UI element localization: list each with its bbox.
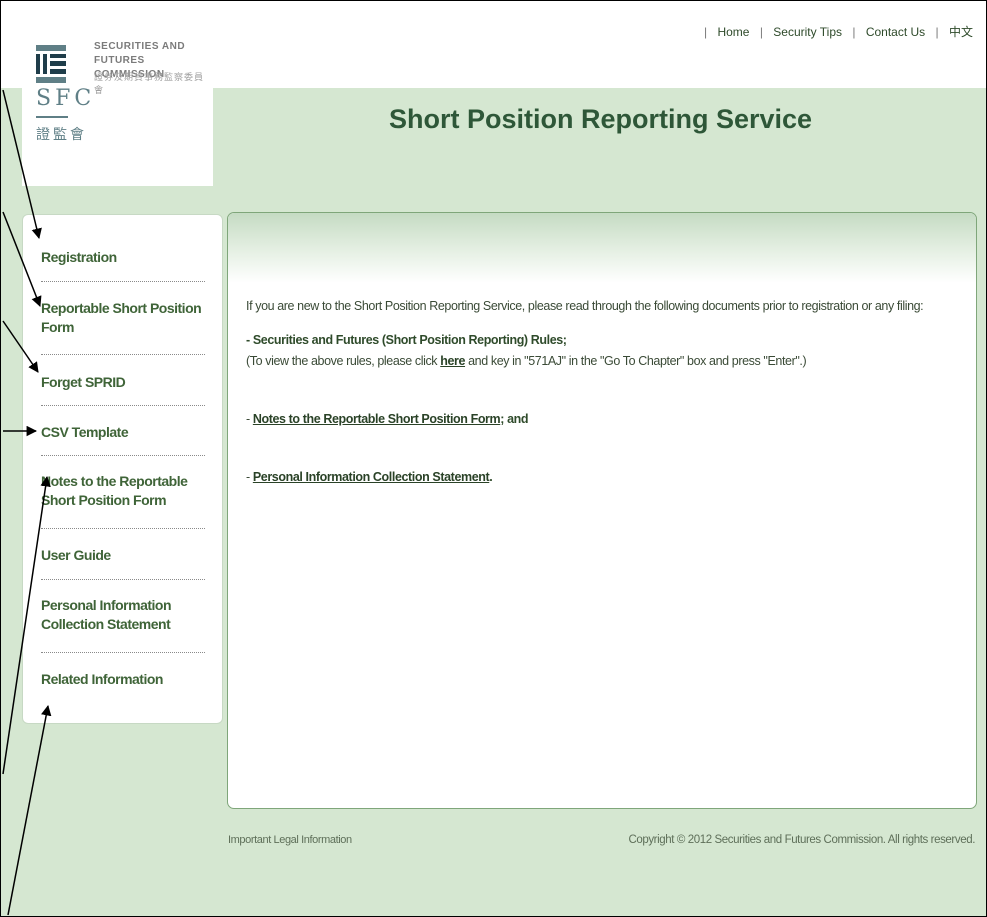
sidebar-item-registration[interactable]: Registration bbox=[41, 248, 205, 267]
content-header-gradient bbox=[228, 213, 976, 283]
sfc-logo[interactable]: SECURITIES AND FUTURES COMMISSION 證券及期貨事… bbox=[22, 30, 213, 186]
language-link[interactable]: 中文 bbox=[949, 25, 973, 39]
logo-abbr: SFC bbox=[36, 86, 96, 111]
sidebar-divider bbox=[41, 528, 205, 529]
sfc-mark-icon bbox=[36, 45, 66, 83]
sidebar-divider bbox=[41, 281, 205, 282]
home-link[interactable]: Home bbox=[717, 25, 749, 39]
sidebar-divider bbox=[41, 405, 205, 406]
top-nav: | Home | Security Tips | Contact Us | 中文 bbox=[704, 25, 973, 39]
sidebar-item-reportable-short-position-form[interactable]: Reportable Short Position Form bbox=[41, 299, 205, 337]
copyright-text: Copyright © 2012 Securities and Futures … bbox=[628, 834, 975, 846]
sidebar-divider bbox=[41, 579, 205, 580]
page-title: Short Position Reporting Service bbox=[388, 104, 813, 134]
sidebar: Registration Reportable Short Position F… bbox=[22, 214, 223, 724]
pics-line: - Personal Information Collection Statem… bbox=[246, 470, 493, 484]
sidebar-divider bbox=[41, 652, 205, 653]
logo-en-line1: SECURITIES AND bbox=[94, 41, 186, 52]
sidebar-divider bbox=[41, 354, 205, 355]
sidebar-item-user-guide[interactable]: User Guide bbox=[41, 546, 205, 565]
intro-text: If you are new to the Short Position Rep… bbox=[246, 299, 924, 313]
security-tips-link[interactable]: Security Tips bbox=[773, 25, 842, 39]
personal-info-link[interactable]: Personal Information Collection Statemen… bbox=[253, 470, 490, 484]
contact-us-link[interactable]: Contact Us bbox=[866, 25, 925, 39]
rules-note: (To view the above rules, please click h… bbox=[246, 354, 807, 368]
notes-line: - Notes to the Reportable Short Position… bbox=[246, 412, 529, 426]
logo-chinese-abbr: 證監會 bbox=[36, 126, 87, 142]
here-link[interactable]: here bbox=[440, 354, 465, 368]
sidebar-item-csv-template[interactable]: CSV Template bbox=[41, 423, 205, 442]
rules-title: - Securities and Futures (Short Position… bbox=[246, 333, 567, 347]
sidebar-item-forget-sprid[interactable]: Forget SPRID bbox=[41, 373, 205, 392]
sidebar-item-related-information[interactable]: Related Information bbox=[41, 670, 205, 689]
main-content: If you are new to the Short Position Rep… bbox=[227, 212, 977, 809]
notes-link[interactable]: Notes to the Reportable Short Position F… bbox=[253, 412, 501, 426]
legal-info-link[interactable]: Important Legal Information bbox=[228, 834, 352, 846]
logo-chinese-name: 證券及期貨事務監察委員會 bbox=[94, 72, 205, 95]
sidebar-item-personal-information[interactable]: Personal Information Collection Statemen… bbox=[41, 596, 205, 634]
sidebar-item-notes[interactable]: Notes to the Reportable Short Position F… bbox=[41, 472, 205, 510]
logo-rule bbox=[36, 116, 68, 118]
sidebar-divider bbox=[41, 455, 205, 456]
